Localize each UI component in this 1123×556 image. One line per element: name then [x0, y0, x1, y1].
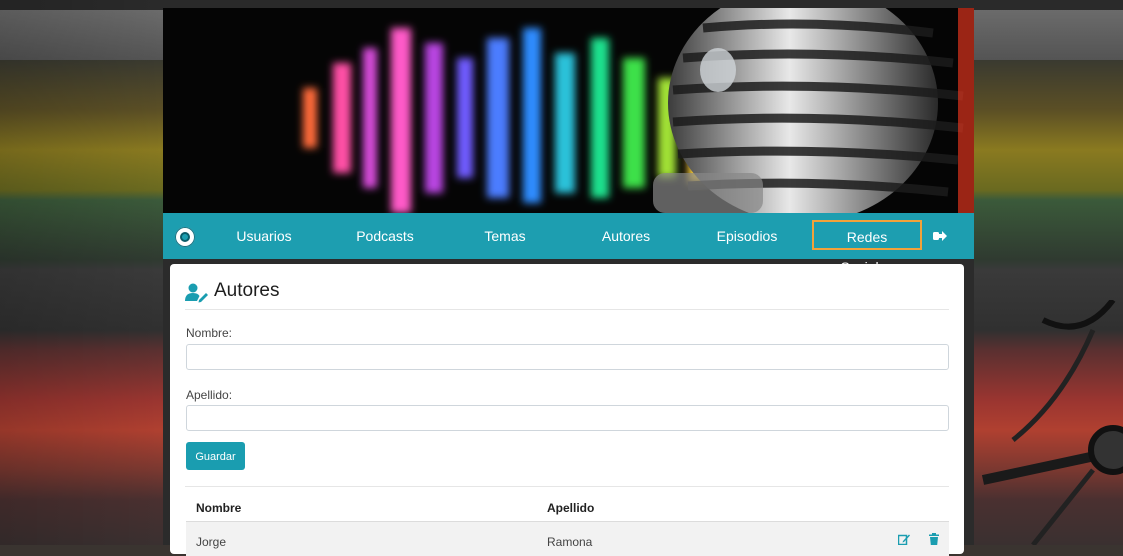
table-row: Jorge Ramona	[186, 521, 949, 556]
nav-item-redes-sociales[interactable]: Redes Sociales	[812, 220, 922, 275]
mic-stand-decoration	[981, 300, 1123, 545]
sound-wave-microphone-image	[163, 8, 974, 213]
column-header-nombre: Nombre	[196, 501, 242, 515]
nav-item-usuarios[interactable]: Usuarios	[224, 213, 304, 259]
nav-item-episodios[interactable]: Episodios	[707, 213, 787, 259]
authors-card: Autores Nombre: Apellido: Guardar Nombre…	[170, 264, 964, 556]
cell-apellido: Ramona	[547, 535, 593, 549]
podcast-logo-icon[interactable]	[175, 227, 195, 247]
nombre-label: Nombre:	[186, 326, 233, 340]
nombre-input[interactable]	[186, 344, 949, 370]
main-navbar: Usuarios Podcasts Temas Autores Episodio…	[163, 213, 974, 275]
apellido-label: Apellido:	[186, 388, 233, 402]
column-header-apellido: Apellido	[547, 501, 595, 515]
nav-item-podcasts[interactable]: Podcasts	[345, 213, 425, 259]
apellido-input[interactable]	[186, 405, 949, 431]
nav-item-temas[interactable]: Temas	[465, 213, 545, 259]
background-shade	[0, 0, 163, 545]
title-divider	[185, 309, 949, 310]
edit-icon[interactable]	[898, 533, 910, 545]
save-button[interactable]: Guardar	[186, 442, 245, 470]
nav-item-autores[interactable]: Autores	[586, 213, 666, 259]
app-frame: Usuarios Podcasts Temas Autores Episodio…	[163, 8, 974, 556]
sign-out-icon[interactable]	[933, 230, 947, 242]
header-banner	[163, 8, 974, 213]
user-edit-icon	[185, 283, 208, 303]
page-title: Autores	[214, 280, 280, 301]
table-divider	[185, 486, 949, 487]
cell-nombre: Jorge	[196, 535, 227, 549]
trash-icon[interactable]	[928, 533, 940, 545]
